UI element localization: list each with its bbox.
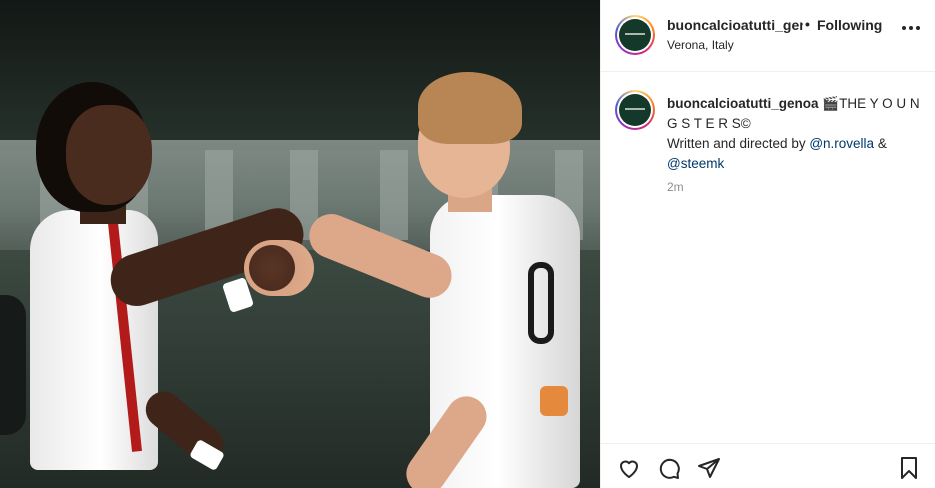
caption-amp: & — [874, 136, 887, 151]
more-options-icon[interactable] — [902, 26, 920, 30]
bookmark-icon[interactable] — [897, 456, 923, 482]
caption-credit: Written and directed by — [667, 136, 810, 151]
following-button[interactable]: Following — [817, 17, 882, 33]
handshake — [244, 240, 314, 296]
profile-logo-icon — [619, 19, 651, 51]
separator-dot: • — [805, 16, 810, 32]
post-image[interactable] — [0, 0, 600, 488]
shirt-number — [528, 262, 554, 344]
sponsor-patch — [540, 386, 568, 416]
username-link[interactable]: buoncalcioatutti_genoa — [667, 17, 803, 33]
heart-icon[interactable] — [617, 456, 643, 482]
player-left-head — [66, 105, 152, 205]
timestamp[interactable]: 2m — [667, 180, 684, 194]
post-header: buoncalcioatutti_genoa • Following Veron… — [601, 0, 935, 72]
avatar[interactable] — [615, 15, 655, 55]
partial-person — [0, 295, 26, 435]
action-bar — [601, 443, 935, 488]
comment-icon[interactable] — [657, 456, 683, 482]
paper-plane-icon[interactable] — [697, 456, 723, 482]
mention-link[interactable]: @n.rovella — [809, 136, 874, 151]
avatar[interactable] — [615, 90, 655, 130]
post-sidebar: buoncalcioatutti_genoa • Following Veron… — [600, 0, 935, 488]
caption-text: buoncalcioatutti_genoa 🎬THE Y O U N G S … — [667, 94, 925, 174]
location-link[interactable]: Verona, Italy — [667, 38, 734, 52]
player-right-hair — [418, 72, 522, 144]
profile-logo-icon — [619, 94, 651, 126]
caption-username-link[interactable]: buoncalcioatutti_genoa — [667, 96, 819, 111]
mention-link[interactable]: @steemk — [667, 156, 724, 171]
